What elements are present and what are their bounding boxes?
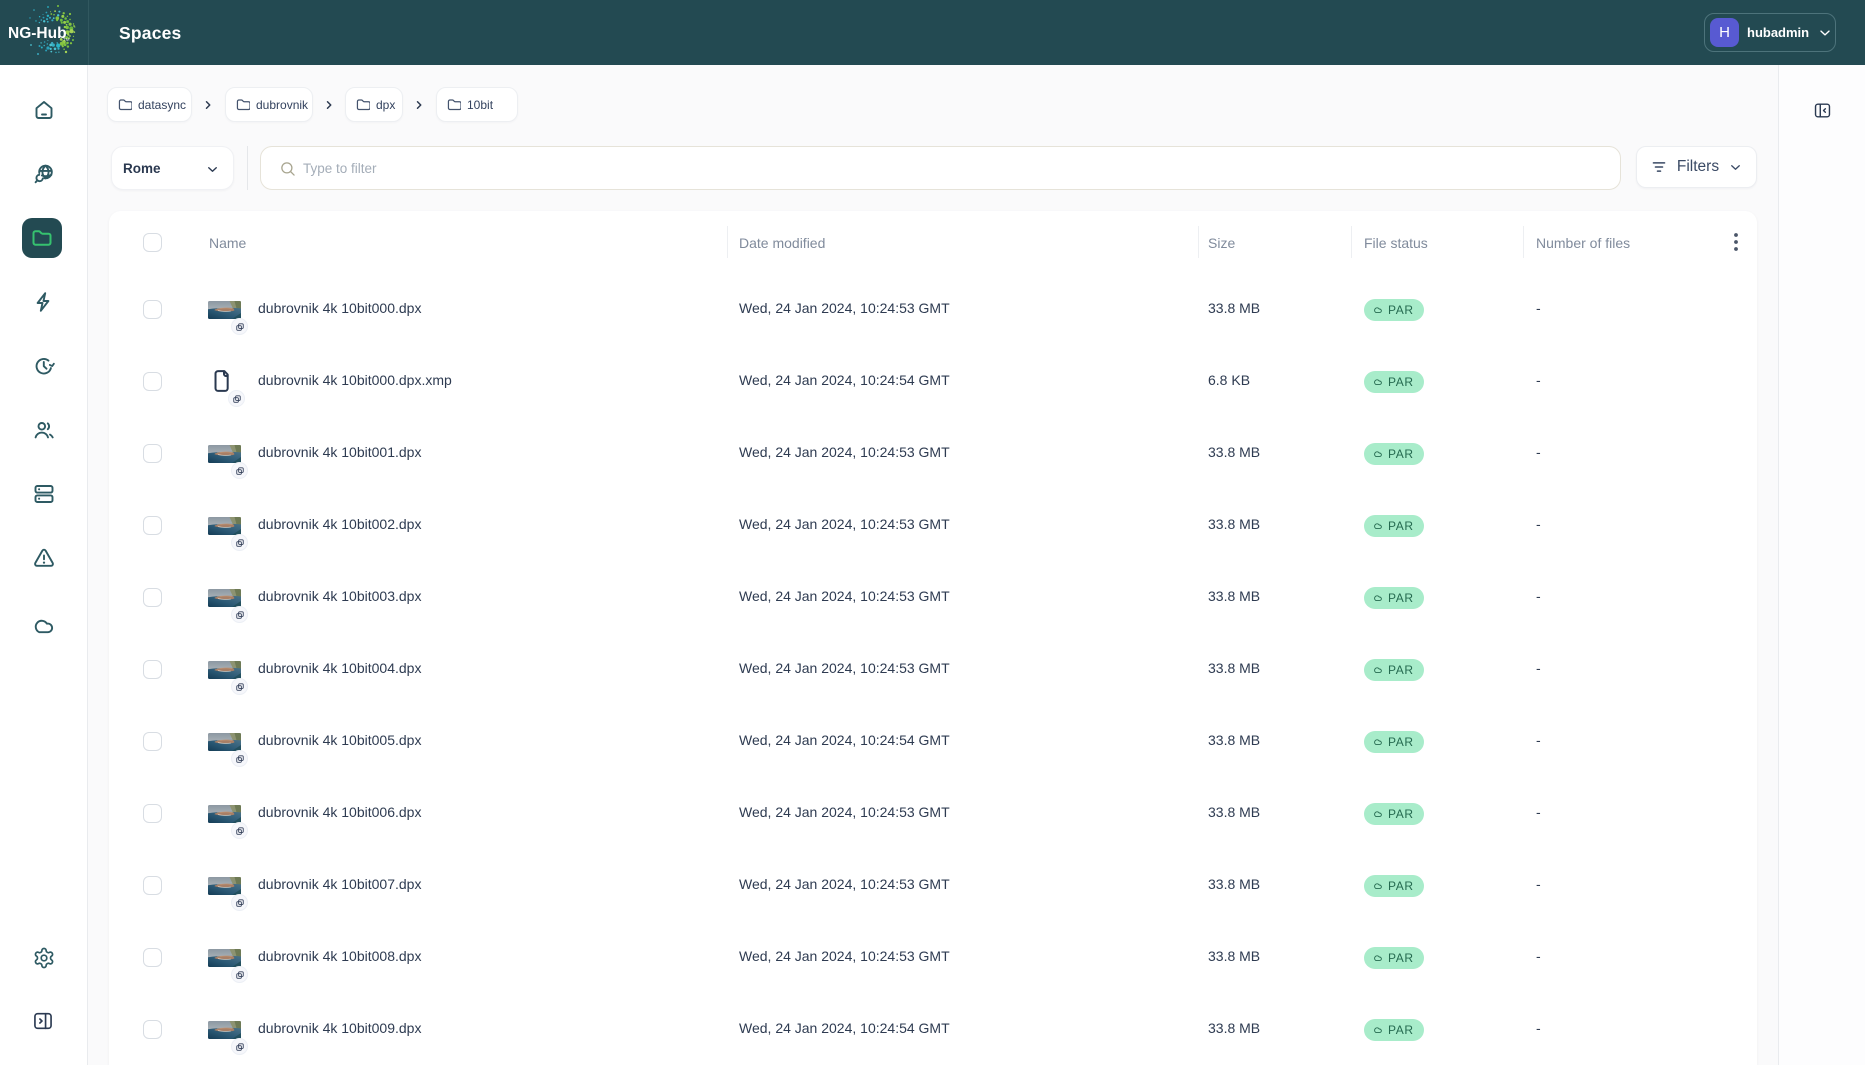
svg-text:TM: TM bbox=[63, 37, 70, 42]
svg-text:NG-Hub: NG-Hub bbox=[8, 25, 67, 42]
